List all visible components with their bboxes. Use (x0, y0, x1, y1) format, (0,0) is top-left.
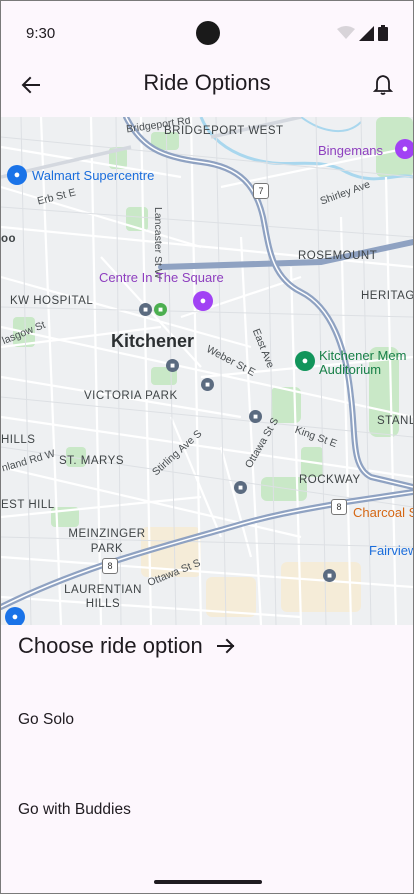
status-bar: 9:30 (1, 1, 413, 63)
transit-icon: ■ (234, 481, 247, 494)
map-poi-label[interactable]: Auditorium (319, 363, 381, 377)
transit-icon: ■ (139, 303, 152, 316)
notifications-button[interactable] (369, 71, 397, 99)
map-area-label: HERITAG (361, 290, 413, 302)
map-area-label: ST. MARYS (59, 455, 124, 467)
map-street-label: Lancaster St W (152, 207, 164, 279)
attraction-pin-icon[interactable]: ● (395, 139, 413, 159)
map-area-label: EST HILL (1, 499, 55, 511)
arrow-right-icon (216, 638, 235, 654)
battery-icon (378, 25, 388, 41)
app-bar: Ride Options (1, 63, 413, 117)
signal-icon (359, 25, 374, 41)
map-poi-label[interactable]: Walmart Supercentre (32, 168, 154, 183)
shopping-pin-icon[interactable]: ● (5, 607, 25, 625)
map-poi-label[interactable]: Kitchener Mem (319, 349, 406, 363)
status-time: 9:30 (26, 25, 56, 42)
transit-icon: ■ (249, 410, 262, 423)
map-area-label: VICTORIA PARK (84, 390, 178, 402)
map-city-label: Kitchener (111, 331, 195, 351)
venue-pin-icon[interactable]: ● (295, 351, 315, 371)
status-icons (337, 25, 388, 41)
ride-option-go-with-buddies[interactable]: Go with Buddies (1, 779, 413, 839)
highway-shield: 7 (253, 183, 269, 199)
ride-option-go-solo[interactable]: Go Solo (1, 689, 413, 749)
theatre-pin-icon[interactable]: ● (193, 291, 213, 311)
map-area-label: STANL (377, 415, 413, 427)
ride-option-label: Go Solo (18, 711, 75, 728)
choose-ride-option-link[interactable]: Choose ride option (18, 633, 235, 659)
map-area-label: HILLS (1, 434, 36, 446)
train-icon: ■ (154, 303, 167, 316)
map-area-label: MEINZINGER PARK (68, 528, 146, 555)
gesture-nav-handle[interactable] (154, 880, 262, 884)
transit-icon: ■ (201, 378, 214, 391)
choose-ride-option-label: Choose ride option (18, 633, 203, 658)
transit-icon: ■ (166, 359, 179, 372)
bell-icon (373, 75, 393, 95)
page-title: Ride Options (143, 70, 271, 95)
map-area-label: ROCKWAY (299, 474, 361, 486)
ride-option-label: Go with Buddies (18, 801, 131, 818)
camera-cutout (196, 21, 220, 45)
wifi-icon (337, 26, 355, 39)
map-poi-label[interactable]: Bingemans (318, 143, 383, 158)
map-poi-label[interactable]: Fairview (369, 543, 413, 558)
map-area-label: KW HOSPITAL (10, 295, 94, 307)
map-view[interactable]: BRIDGEPORT WEST ROSEMOUNT HERITAG KW HOS… (1, 117, 413, 625)
transit-icon: ■ (323, 569, 336, 582)
map-area-label: LAURENTIAN HILLS (64, 584, 142, 610)
map-poi-label[interactable]: Charcoal S (353, 505, 413, 520)
map-poi-label[interactable]: Centre In The Square (99, 270, 224, 285)
shopping-pin-icon[interactable]: ● (7, 165, 27, 185)
highway-shield: 8 (102, 558, 118, 574)
map-area-label: oo (1, 233, 17, 245)
highway-shield: 8 (331, 499, 347, 515)
map-area-label: ROSEMOUNT (298, 250, 378, 262)
